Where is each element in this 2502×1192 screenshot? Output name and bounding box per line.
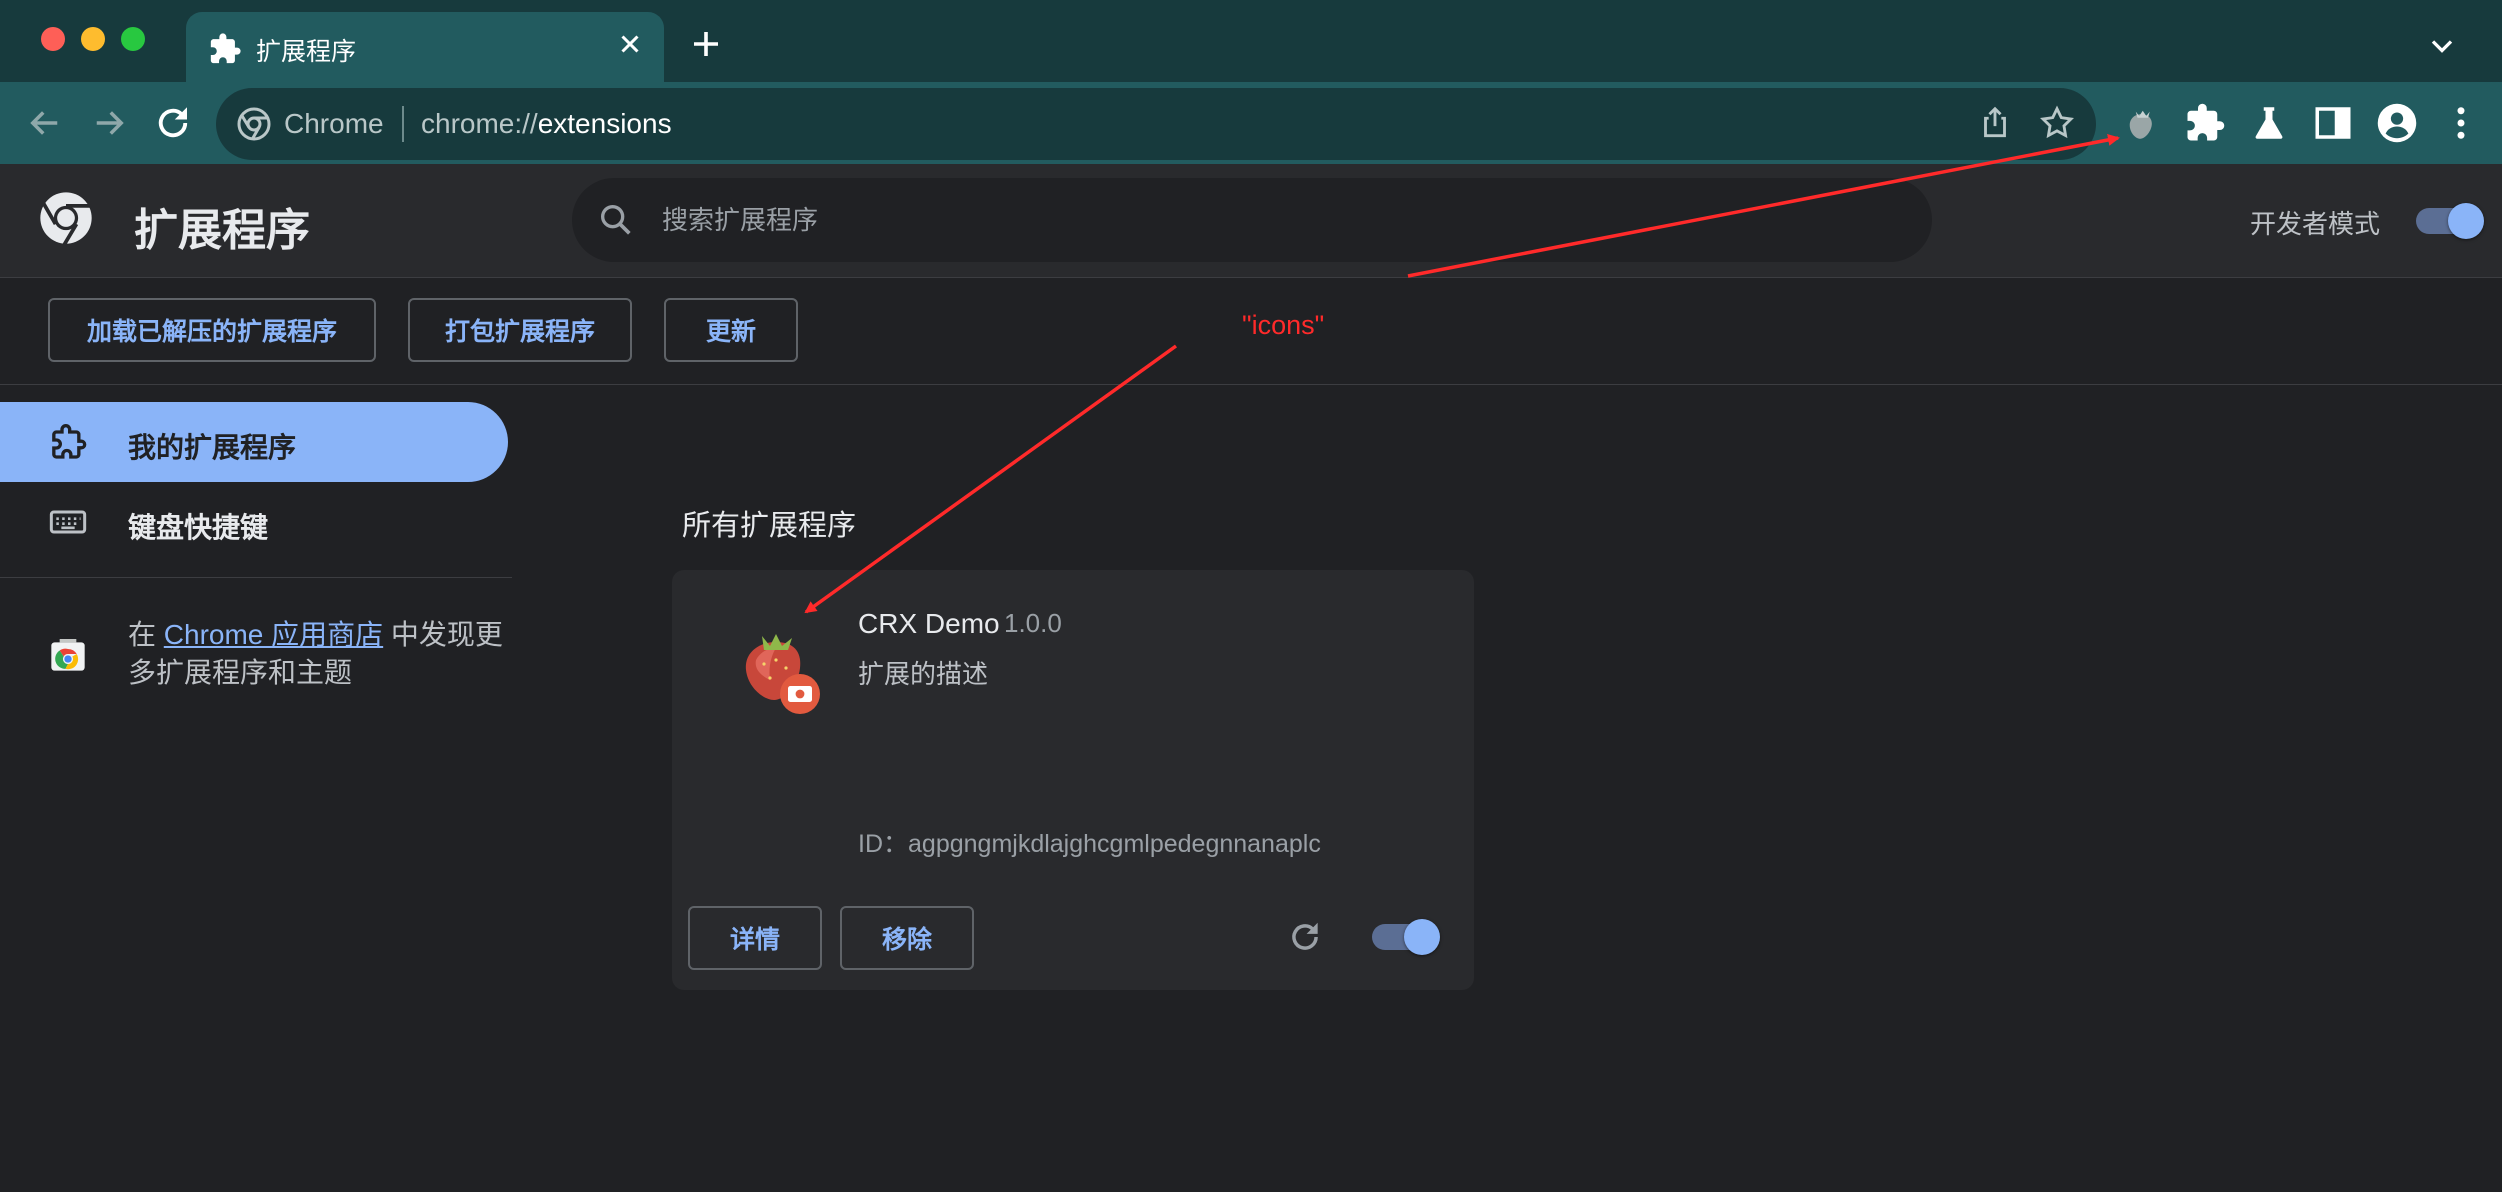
arrow-to-card-icon xyxy=(804,344,1178,614)
arrow-to-toolbar-icon xyxy=(1407,134,2120,278)
annotation-arrows xyxy=(804,134,2120,614)
